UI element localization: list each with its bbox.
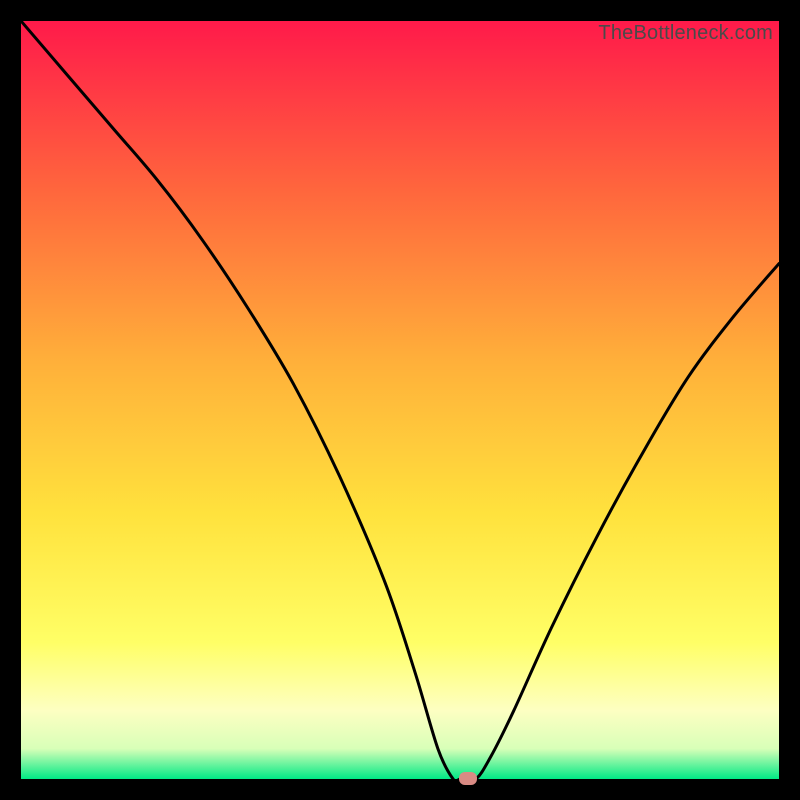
chart-frame: TheBottleneck.com	[21, 21, 779, 779]
gradient-background	[21, 21, 779, 779]
bottleneck-chart	[21, 21, 779, 779]
watermark-text: TheBottleneck.com	[598, 22, 773, 45]
optimal-point-marker	[459, 772, 477, 785]
